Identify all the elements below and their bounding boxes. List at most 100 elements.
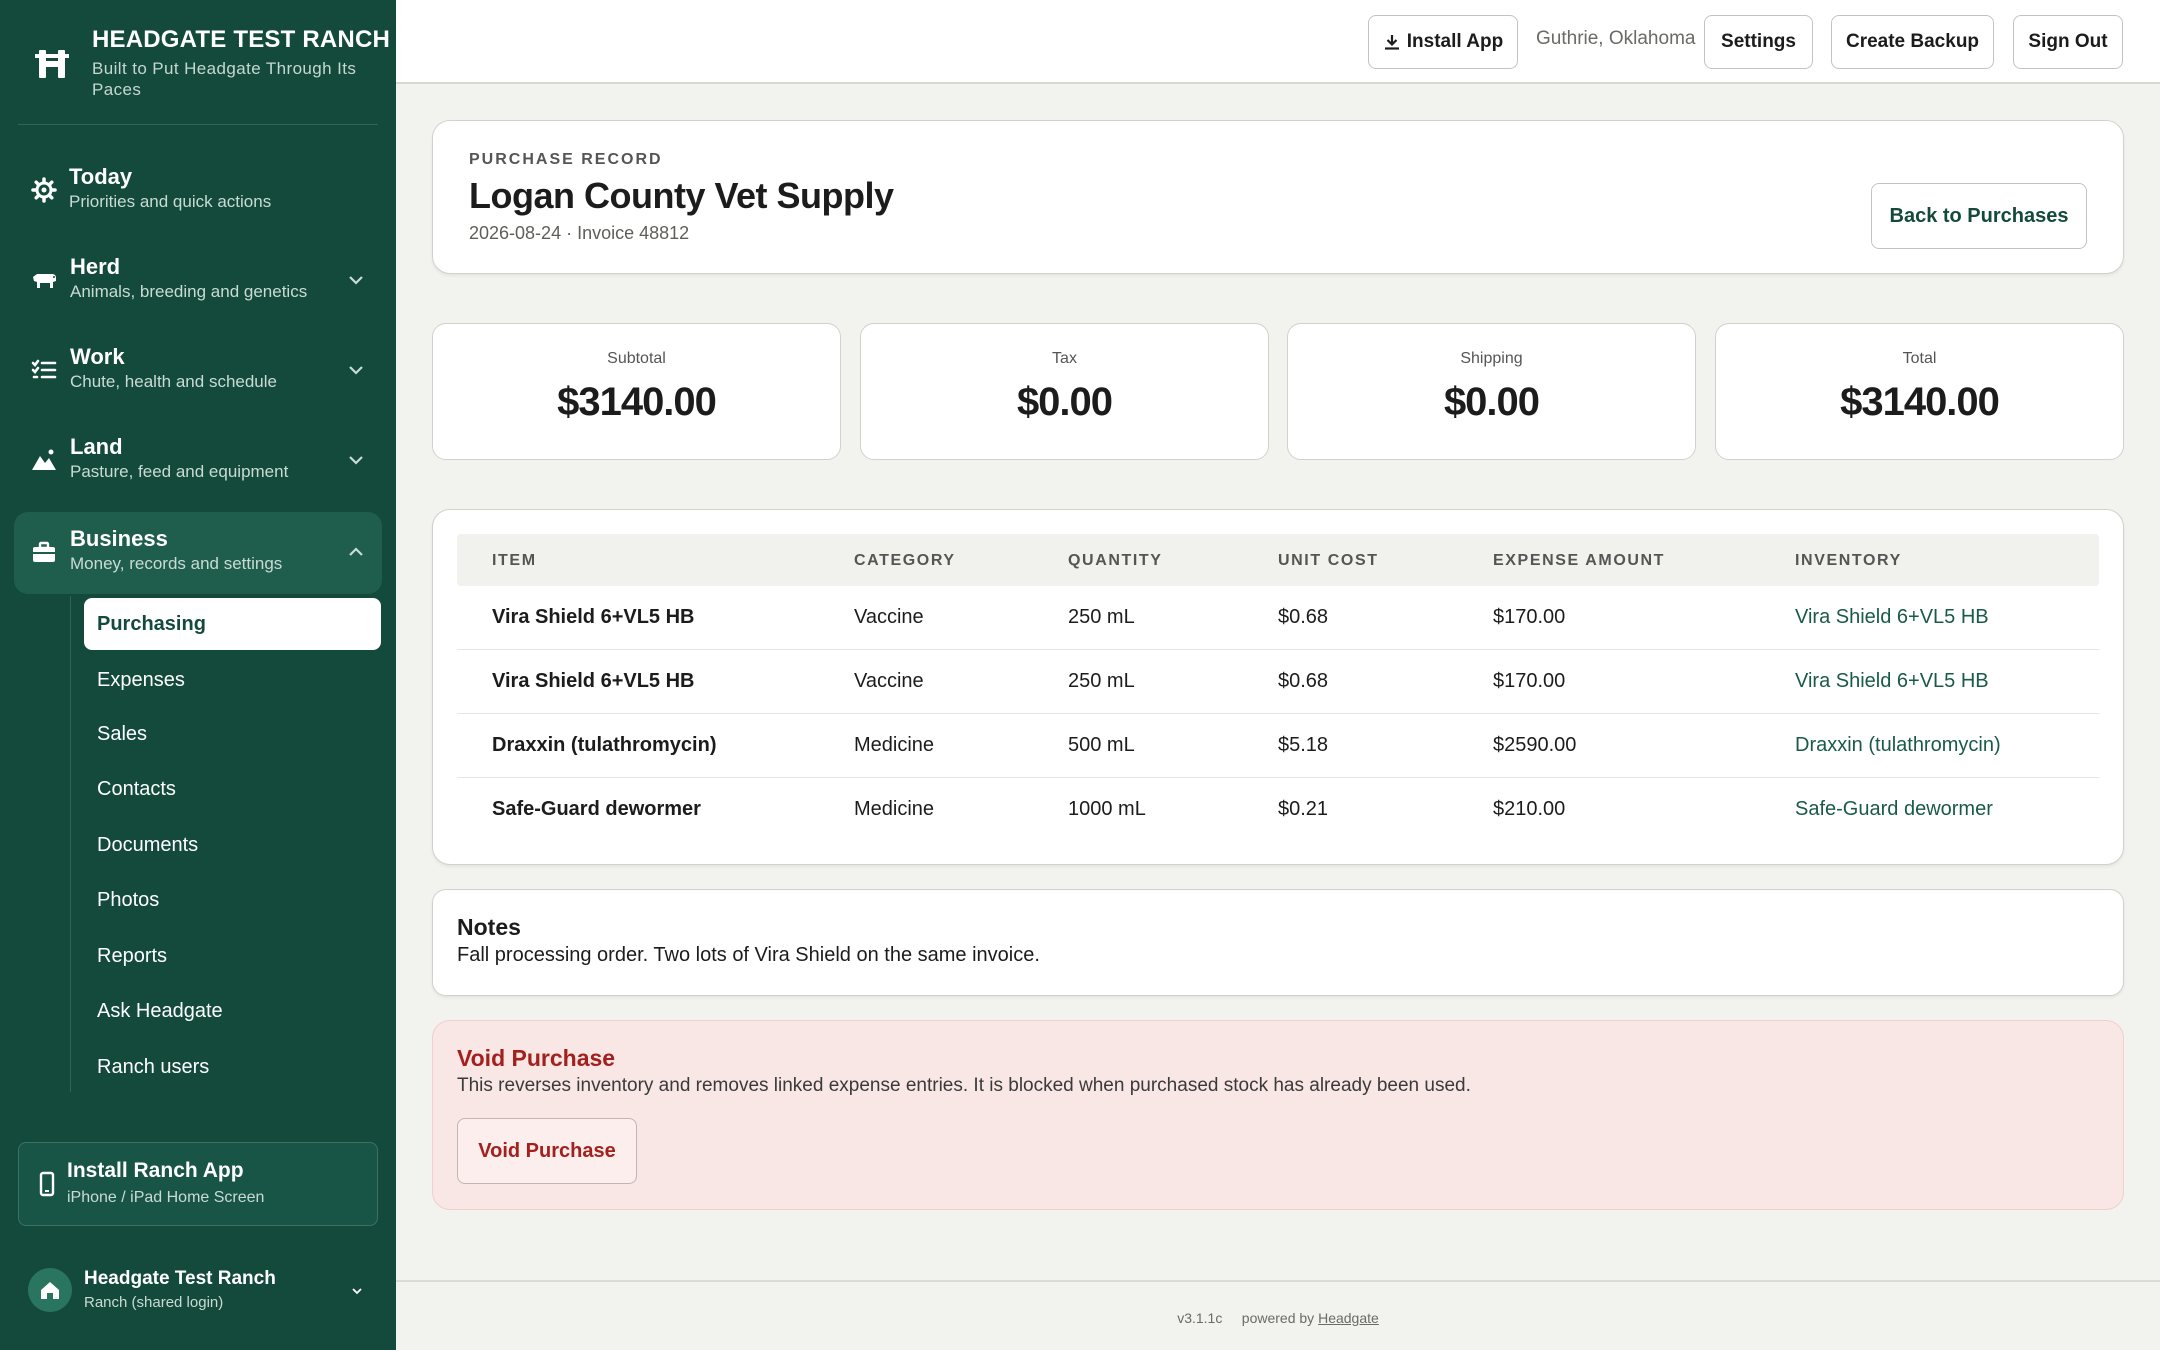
cell-item: Vira Shield 6+VL5 HB <box>492 606 695 628</box>
cell-quantity: 1000 mL <box>1068 798 1146 820</box>
powered-by-label: powered by <box>1241 1310 1315 1326</box>
footer: v3.1.1c powered by Headgate <box>396 1280 2160 1350</box>
stat-shipping: Shipping $0.00 <box>1287 323 1696 460</box>
stat-label: Subtotal <box>607 350 666 367</box>
void-title: Void Purchase <box>457 1045 616 1071</box>
cell-expense-amount: $210.00 <box>1493 798 1566 820</box>
nav-group-business[interactable]: Business Money, records and settings <box>14 512 382 594</box>
account-switcher[interactable]: Headgate Test Ranch Ranch (shared login) <box>18 1258 378 1324</box>
install-app-label: Install App <box>1406 31 1504 52</box>
cell-quantity: 250 mL <box>1068 670 1135 692</box>
nav-subtitle-land: Pasture, feed and equipment <box>70 462 289 481</box>
nav-title-land: Land <box>70 434 123 459</box>
chevron-down-icon <box>349 456 363 465</box>
subnav-reports[interactable]: Reports <box>84 930 381 982</box>
record-meta: 2026-08-24 · Invoice 48812 <box>469 223 690 243</box>
cell-category: Vaccine <box>854 670 924 692</box>
back-to-purchases-button[interactable]: Back to Purchases <box>1871 183 2087 249</box>
install-app-button[interactable]: Install App <box>1368 15 1518 69</box>
stat-value: $0.00 <box>1443 380 1540 424</box>
line-items-table: ITEM CATEGORY QUANTITY UNIT COST EXPENSE… <box>432 509 2124 865</box>
cell-expense-amount: $2590.00 <box>1493 734 1577 756</box>
nav-group-herd[interactable]: Herd Animals, breeding and genetics <box>14 240 382 322</box>
sign-out-button[interactable]: Sign Out <box>2013 15 2123 69</box>
stat-value: $3140.00 <box>1840 380 2000 424</box>
subnav-purchasing[interactable]: Purchasing <box>84 598 381 650</box>
inventory-link[interactable]: Vira Shield 6+VL5 HB <box>1795 670 1989 693</box>
submenu-rail <box>70 596 71 1092</box>
void-purchase-button[interactable]: Void Purchase <box>457 1118 637 1184</box>
brand[interactable]: HEADGATE TEST RANCH Built to Put Headgat… <box>0 0 396 124</box>
inventory-link[interactable]: Draxxin (tulathromycin) <box>1795 734 2001 757</box>
table-row: Vira Shield 6+VL5 HB Vaccine 250 mL $0.6… <box>457 650 2099 714</box>
cell-quantity: 500 mL <box>1068 734 1135 756</box>
table-header: ITEM CATEGORY QUANTITY UNIT COST EXPENSE… <box>457 534 2099 586</box>
cell-unit-cost: $0.68 <box>1278 670 1329 692</box>
column-header-expense-amount: EXPENSE AMOUNT <box>1493 552 1666 569</box>
sidebar: HEADGATE TEST RANCH Built to Put Headgat… <box>0 0 396 1350</box>
table-row: Safe-Guard dewormer Medicine 1000 mL $0.… <box>457 778 2099 842</box>
notes-text: Fall processing order. Two lots of Vira … <box>457 944 1040 966</box>
notes-panel: Notes Fall processing order. Two lots of… <box>432 889 2124 996</box>
phone-icon <box>39 1171 55 1197</box>
version-label: v3.1.1c <box>1177 1310 1223 1326</box>
nav-subtitle-today: Priorities and quick actions <box>69 192 272 211</box>
stat-tax: Tax $0.00 <box>860 323 1269 460</box>
table-row: Draxxin (tulathromycin) Medicine 500 mL … <box>457 714 2099 778</box>
column-header-category: CATEGORY <box>854 552 956 569</box>
topbar: Install App Guthrie, Oklahoma Settings C… <box>396 0 2160 84</box>
subnav-expenses[interactable]: Expenses <box>84 654 381 706</box>
purchase-record-header: PURCHASE RECORD Logan County Vet Supply … <box>432 120 2124 274</box>
h-brand-icon <box>35 50 69 78</box>
cell-unit-cost: $0.68 <box>1278 606 1329 628</box>
ranch-location: Guthrie, Oklahoma <box>1536 28 1696 49</box>
brand-title: HEADGATE TEST RANCH <box>92 26 391 53</box>
install-card-subtitle: iPhone / iPad Home Screen <box>67 1189 265 1206</box>
nav-subtitle-herd: Animals, breeding and genetics <box>70 282 308 301</box>
stat-label: Total <box>1902 350 1937 367</box>
stat-value: $3140.00 <box>557 380 717 424</box>
notes-title: Notes <box>457 914 521 940</box>
chevron-down-icon <box>352 1288 362 1295</box>
checklist-icon <box>31 359 57 379</box>
nav-group-today[interactable]: Today Priorities and quick actions <box>14 150 382 232</box>
cell-item: Vira Shield 6+VL5 HB <box>492 670 695 692</box>
install-card-title: Install Ranch App <box>67 1159 244 1182</box>
account-role: Ranch (shared login) <box>84 1294 224 1311</box>
inventory-link[interactable]: Vira Shield 6+VL5 HB <box>1795 606 1989 629</box>
gear-icon <box>31 177 57 203</box>
nav-title-business: Business <box>70 526 168 551</box>
stat-subtotal: Subtotal $3140.00 <box>432 323 841 460</box>
mountain-icon <box>32 449 56 470</box>
nav-title-today: Today <box>69 164 133 189</box>
record-eyebrow: PURCHASE RECORD <box>469 151 663 168</box>
nav-group-work[interactable]: Work Chute, health and schedule <box>14 330 382 412</box>
subnav-ranch-users[interactable]: Ranch users <box>84 1041 381 1093</box>
create-backup-button[interactable]: Create Backup <box>1831 15 1994 69</box>
cell-unit-cost: $0.21 <box>1278 798 1329 820</box>
cell-category: Medicine <box>854 798 935 820</box>
subnav-sales[interactable]: Sales <box>84 708 381 760</box>
nav-title-work: Work <box>70 344 125 369</box>
inventory-link[interactable]: Safe-Guard dewormer <box>1795 798 1993 821</box>
column-header-quantity: QUANTITY <box>1068 552 1163 569</box>
page-title: Logan County Vet Supply <box>469 175 894 216</box>
void-description: This reverses inventory and removes link… <box>457 1075 1471 1096</box>
headgate-link[interactable]: Headgate <box>1318 1310 1379 1326</box>
cell-unit-cost: $5.18 <box>1278 734 1329 756</box>
settings-button[interactable]: Settings <box>1704 15 1813 69</box>
divider <box>18 124 378 125</box>
cell-category: Medicine <box>854 734 935 756</box>
subnav-contacts[interactable]: Contacts <box>84 763 381 815</box>
stat-total: Total $3140.00 <box>1715 323 2124 460</box>
nav-subtitle-work: Chute, health and schedule <box>70 372 277 391</box>
subnav-documents[interactable]: Documents <box>84 819 381 871</box>
chevron-up-icon <box>349 547 363 556</box>
subnav-ask-headgate[interactable]: Ask Headgate <box>84 985 381 1037</box>
subnav-photos[interactable]: Photos <box>84 874 381 926</box>
stat-label: Tax <box>1052 350 1077 367</box>
install-ranch-app-card[interactable]: Install Ranch App iPhone / iPad Home Scr… <box>18 1142 378 1226</box>
nav-group-land[interactable]: Land Pasture, feed and equipment <box>14 420 382 502</box>
cow-icon <box>33 274 56 288</box>
nav-subtitle-business: Money, records and settings <box>70 554 283 573</box>
